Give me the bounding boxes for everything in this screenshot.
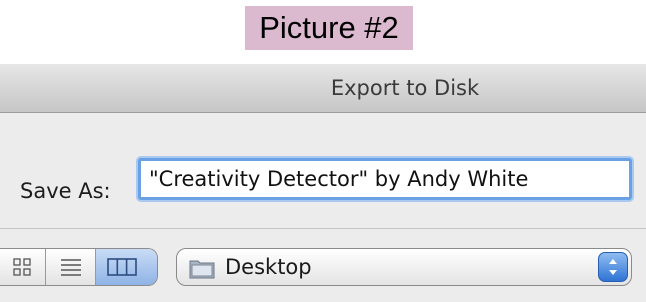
window-titlebar[interactable]: Export to Disk xyxy=(0,64,646,113)
folder-icon xyxy=(189,260,215,279)
picture-caption: Picture #2 xyxy=(245,6,413,50)
window-title: Export to Disk xyxy=(330,76,480,100)
view-mode-segmented-control xyxy=(0,248,158,286)
column-view-button[interactable] xyxy=(96,249,157,285)
icon-view-button[interactable] xyxy=(0,249,46,285)
list-icon xyxy=(61,259,81,276)
list-view-button[interactable] xyxy=(46,249,96,285)
divider xyxy=(0,228,646,229)
location-label: Desktop xyxy=(225,255,312,279)
columns-icon xyxy=(107,258,137,276)
up-down-arrows-icon xyxy=(609,259,617,275)
save-as-input[interactable]: "Creativity Detector" by Andy White xyxy=(138,158,632,200)
location-stepper[interactable] xyxy=(598,252,628,282)
picture-caption-area: Picture #2 xyxy=(0,0,646,60)
export-dialog: Export to Disk Save As: "Creativity Dete… xyxy=(0,64,646,302)
location-popup-button[interactable]: Desktop xyxy=(176,248,632,286)
save-as-label: Save As: xyxy=(20,179,111,203)
grid-icon xyxy=(13,258,31,276)
